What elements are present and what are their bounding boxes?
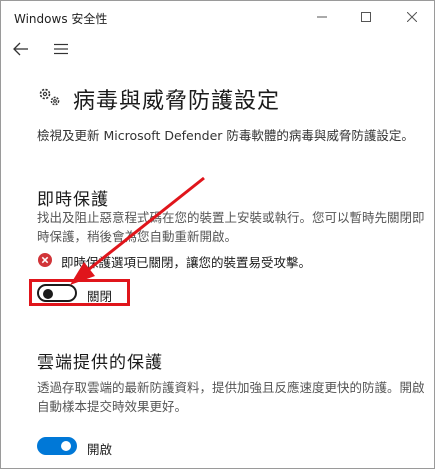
app-title: Windows 安全性: [14, 12, 108, 26]
realtime-protection-heading: 即時保護: [37, 190, 109, 210]
close-button[interactable]: [390, 1, 434, 33]
menu-button[interactable]: [49, 37, 73, 61]
gears-icon: [39, 88, 60, 106]
cloud-protection-description: 透過存取雲端的最新防護資料，提供加強且反應速度更快的防護。開啟自動樣本提交時效果…: [37, 380, 425, 414]
back-button[interactable]: [9, 37, 33, 61]
maximize-icon: [361, 12, 371, 22]
cloud-protection-heading: 雲端提供的保護: [37, 353, 163, 373]
app-window: Windows 安全性 病毒與威脅防護設定 檢視及更新 Microsoft De…: [0, 0, 435, 469]
cloud-toggle-label: 開啟: [87, 442, 113, 457]
realtime-warning-text: 即時保護選項已關閉，讓您的裝置易受攻擊。: [61, 255, 312, 270]
page-description: 檢視及更新 Microsoft Defender 防毒軟體的病毒與威脅防護設定。: [37, 128, 414, 143]
toggle-knob: [61, 441, 71, 451]
close-icon: [407, 12, 417, 22]
minimize-icon: [317, 16, 327, 18]
minimize-button[interactable]: [300, 1, 344, 33]
cloud-protection-toggle[interactable]: [37, 437, 77, 455]
realtime-toggle-label: 關閉: [87, 289, 113, 304]
toggle-knob: [43, 289, 53, 299]
realtime-protection-description: 找出及阻止惡意程式碼在您的裝置上安裝或執行。您可以暫時先關閉即時保護，稍後會為您…: [37, 210, 425, 244]
realtime-protection-toggle[interactable]: [37, 284, 77, 302]
title-bar: Windows 安全性: [1, 1, 434, 33]
maximize-button[interactable]: [344, 1, 388, 33]
page-title: 病毒與威脅防護設定: [73, 89, 281, 114]
error-circle-icon: [38, 253, 52, 267]
hamburger-menu-icon: [54, 43, 68, 55]
back-arrow-icon: [13, 42, 28, 56]
